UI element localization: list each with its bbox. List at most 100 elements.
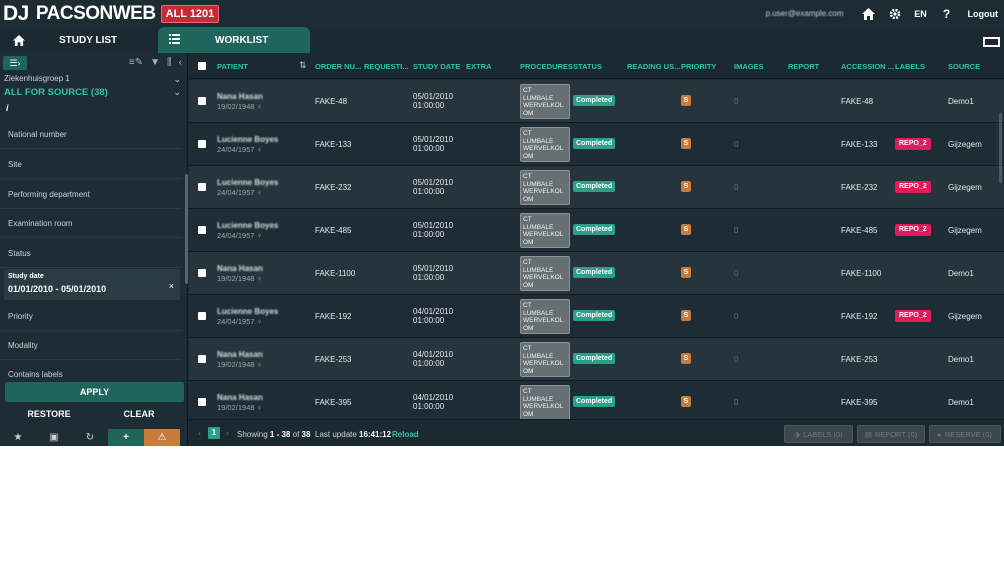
row-checkbox[interactable] xyxy=(198,269,206,277)
help-icon[interactable]: ? xyxy=(934,0,960,27)
list-icon xyxy=(169,34,180,44)
warning-icon[interactable]: ⚠ xyxy=(144,429,180,446)
col-study-date[interactable]: STUDY DATE xyxy=(413,62,460,71)
monitor-icon[interactable] xyxy=(983,37,1000,47)
patient-name[interactable]: Nana Hasan xyxy=(217,264,263,273)
labels-button[interactable]: ⬗ LABELS (0) xyxy=(784,425,853,443)
gear-icon[interactable] xyxy=(882,0,908,27)
label-badge[interactable]: REPO_2 xyxy=(895,310,931,322)
sidebar-scrollbar[interactable] xyxy=(185,174,188,284)
select-all-checkbox[interactable] xyxy=(198,62,206,70)
next-page-icon[interactable]: › xyxy=(226,428,229,438)
order-number: FAKE-232 xyxy=(315,183,352,192)
col-accession[interactable]: ACCESSION ... xyxy=(841,62,894,71)
collapse-sidebar-icon[interactable]: ‹ xyxy=(179,57,182,68)
list-toggle-button[interactable]: ☰› xyxy=(3,56,27,70)
patient-name[interactable]: Lucienne Boyes xyxy=(217,221,278,230)
priority-badge: S xyxy=(681,353,691,364)
info-icon[interactable]: i xyxy=(6,103,9,113)
filter-study-date[interactable]: Study date 01/01/2010 - 05/01/2010 × xyxy=(4,269,180,300)
chevron-down-icon[interactable]: ⌄ xyxy=(173,87,181,98)
home-tab[interactable] xyxy=(8,27,30,53)
table-row[interactable]: Lucienne Boyes 24/04/1957 ♀ FAKE-485 05/01/… xyxy=(189,209,1004,252)
col-patient[interactable]: PATIENT xyxy=(217,62,248,71)
col-source[interactable]: SOURCE xyxy=(948,62,980,71)
patient-name[interactable]: Nana Hasan xyxy=(217,92,263,101)
col-requesting[interactable]: REQUESTI... xyxy=(364,62,409,71)
showing-of: of xyxy=(290,430,302,439)
col-procedures[interactable]: PROCEDURES xyxy=(520,62,573,71)
tab-worklist-label: WORKLIST xyxy=(215,34,269,46)
apply-button[interactable]: APPLY xyxy=(5,382,184,402)
study-date: 04/01/2010 xyxy=(413,393,454,402)
columns-icon[interactable]: ⫼ xyxy=(167,57,172,68)
label-badge[interactable]: REPO_2 xyxy=(895,138,931,150)
star-icon[interactable]: ★ xyxy=(0,429,36,446)
edit-list-icon[interactable]: ≡✎ xyxy=(129,57,143,68)
refresh-icon[interactable]: ↻ xyxy=(72,429,108,446)
row-checkbox[interactable] xyxy=(198,355,206,363)
table-row[interactable]: Lucienne Boyes 24/04/1957 ♀ FAKE-133 05/01/… xyxy=(189,123,1004,166)
row-checkbox[interactable] xyxy=(198,398,206,406)
filter-national-number[interactable]: National number xyxy=(0,120,182,149)
language-selector[interactable]: EN xyxy=(908,9,934,19)
row-checkbox[interactable] xyxy=(198,97,206,105)
logout-link[interactable]: Logout xyxy=(968,9,999,19)
patient-name[interactable]: Lucienne Boyes xyxy=(217,178,278,187)
current-page[interactable]: 1 xyxy=(208,427,220,439)
user-email[interactable]: p.user@example.com xyxy=(766,9,844,18)
sort-icon[interactable]: ⇅ xyxy=(299,60,307,71)
group-selector[interactable]: Ziekenhuisgroep 1 xyxy=(4,74,70,83)
add-icon[interactable]: + xyxy=(108,429,144,446)
clear-filter-icon[interactable]: × xyxy=(169,281,174,291)
filter-status[interactable]: Status xyxy=(0,239,182,268)
col-labels[interactable]: LABELS xyxy=(895,62,925,71)
table-row[interactable]: Nana Hasan 19/02/1948 ♀ FAKE-1100 05/01/201… xyxy=(189,252,1004,295)
label-badge[interactable]: REPO_2 xyxy=(895,224,931,236)
col-status[interactable]: STATUS xyxy=(573,62,602,71)
patient-name[interactable]: Nana Hasan xyxy=(217,393,263,402)
table-row[interactable]: Lucienne Boyes 24/04/1957 ♀ FAKE-192 04/01/… xyxy=(189,295,1004,338)
filter-study-date-value[interactable]: 01/01/2010 - 05/01/2010 xyxy=(8,284,106,294)
col-extra[interactable]: EXTRA xyxy=(466,62,491,71)
table-row[interactable]: Nana Hasan 19/02/1948 ♀ FAKE-395 04/01/2010… xyxy=(189,381,1004,419)
filter-contains-labels[interactable]: Contains labels xyxy=(0,360,182,379)
col-images[interactable]: IMAGES xyxy=(734,62,764,71)
prev-page-icon[interactable]: ‹ xyxy=(198,428,201,438)
row-checkbox[interactable] xyxy=(198,312,206,320)
patient-name[interactable]: Lucienne Boyes xyxy=(217,307,278,316)
patient-name[interactable]: Nana Hasan xyxy=(217,350,263,359)
label-badge[interactable]: REPO_2 xyxy=(895,181,931,193)
source-selector[interactable]: ALL FOR SOURCE (38) xyxy=(4,87,108,98)
table-scrollbar[interactable] xyxy=(999,113,1002,183)
tab-study-list[interactable]: STUDY LIST xyxy=(36,27,146,53)
chevron-down-icon[interactable]: ⌄ xyxy=(173,74,181,85)
status-badge: Completed xyxy=(573,95,616,106)
clear-button[interactable]: CLEAR xyxy=(94,405,184,423)
row-checkbox[interactable] xyxy=(198,183,206,191)
table-row[interactable]: Nana Hasan 19/02/1948 ♀ FAKE-48 05/01/2010 0… xyxy=(189,80,1004,123)
monitor-icon[interactable]: ▣ xyxy=(36,429,72,446)
filter-modality[interactable]: Modality xyxy=(0,331,182,360)
col-order-number[interactable]: ORDER NU... xyxy=(315,62,361,71)
home-icon[interactable] xyxy=(856,0,882,27)
restore-button[interactable]: RESTORE xyxy=(4,405,94,423)
filter-performing-department[interactable]: Performing department xyxy=(0,180,182,209)
procedure-line: CT xyxy=(523,259,532,266)
table-row[interactable]: Lucienne Boyes 24/04/1957 ♀ FAKE-232 05/01/… xyxy=(189,166,1004,209)
reserve-button[interactable]: ▸ RESERVE (0) xyxy=(929,425,1001,443)
col-priority[interactable]: PRIORITY xyxy=(681,62,716,71)
row-checkbox[interactable] xyxy=(198,226,206,234)
col-report[interactable]: REPORT xyxy=(788,62,819,71)
report-button[interactable]: ▤ REPORT (0) xyxy=(857,425,925,443)
reload-link[interactable]: Reload xyxy=(392,430,419,439)
table-row[interactable]: Nana Hasan 19/02/1948 ♀ FAKE-253 04/01/2010… xyxy=(189,338,1004,381)
tab-worklist[interactable]: WORKLIST xyxy=(158,27,310,53)
col-reading-user[interactable]: READING US... xyxy=(627,62,680,71)
patient-name[interactable]: Lucienne Boyes xyxy=(217,135,278,144)
filter-site[interactable]: Site xyxy=(0,150,182,179)
row-checkbox[interactable] xyxy=(198,140,206,148)
filter-priority[interactable]: Priority xyxy=(0,302,182,331)
filter-examination-room[interactable]: Examination room xyxy=(0,209,182,238)
filter-icon[interactable]: ▼ xyxy=(150,57,160,68)
